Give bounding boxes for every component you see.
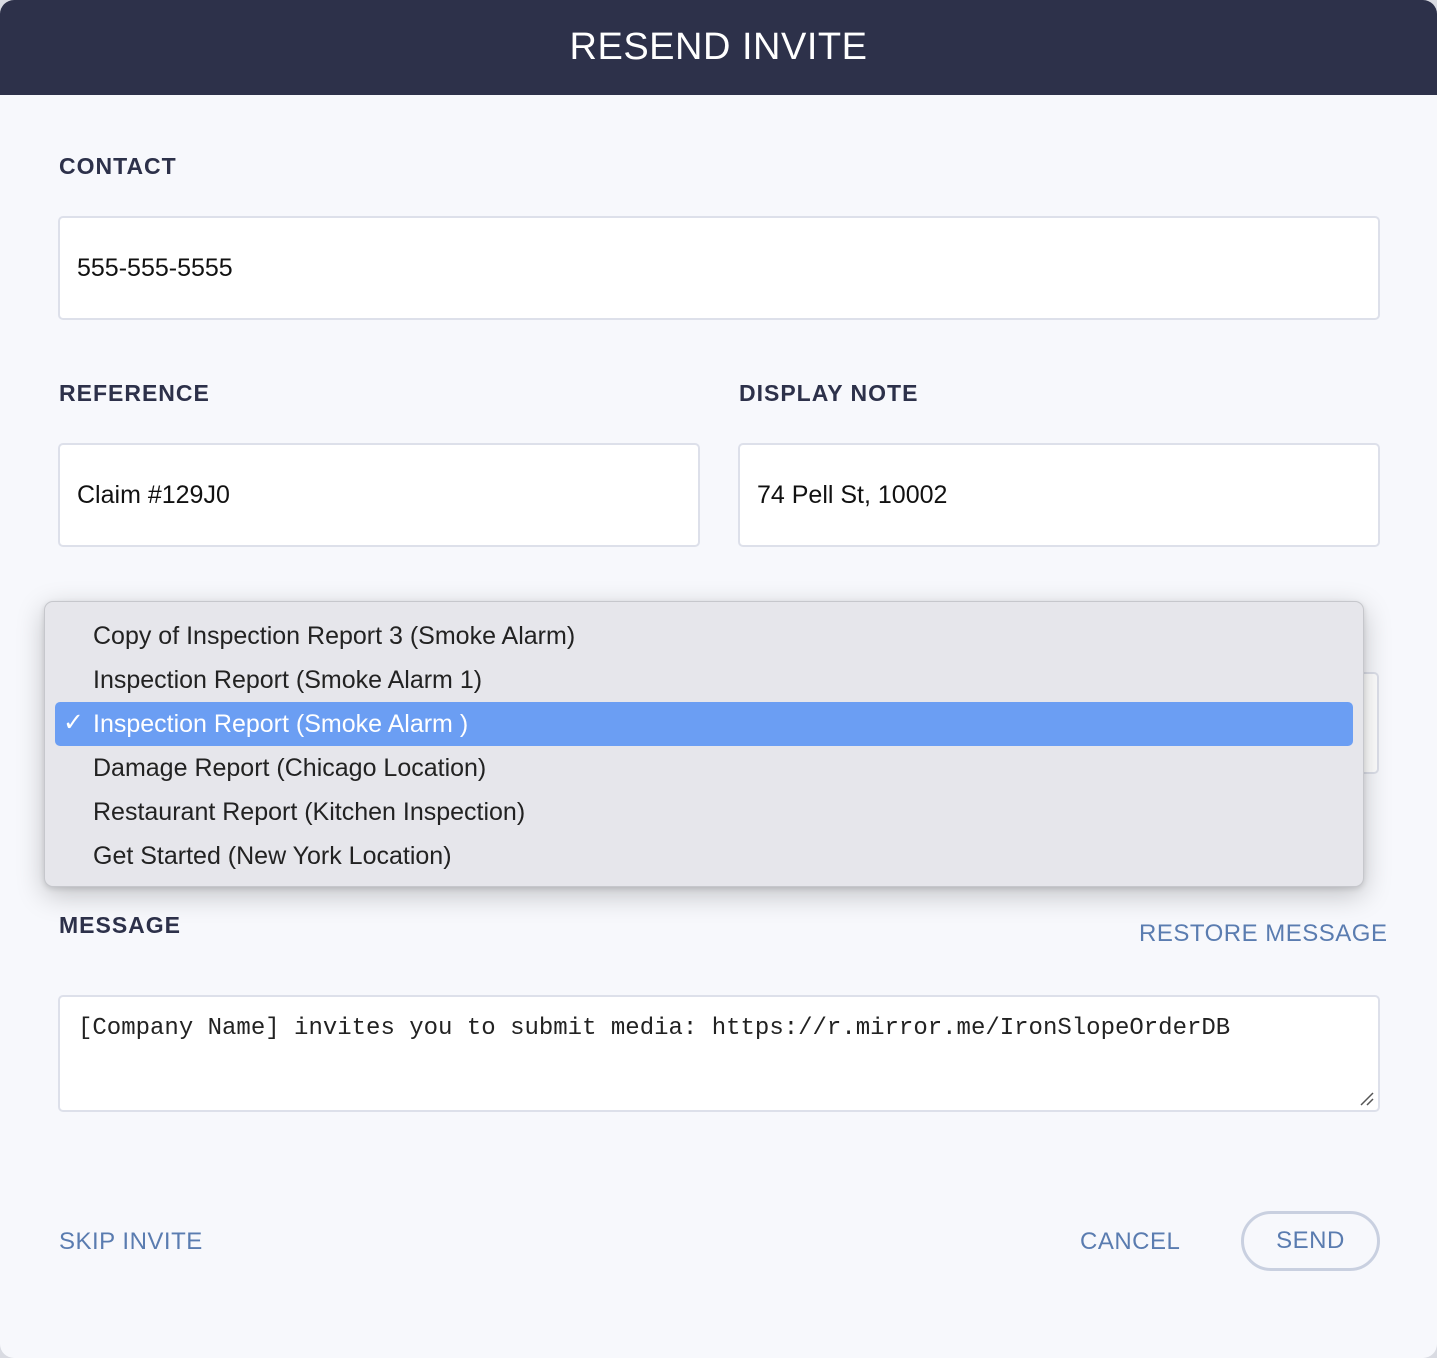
dropdown-option[interactable]: Restaurant Report (Kitchen Inspection) xyxy=(55,790,1353,834)
message-label: MESSAGE xyxy=(59,912,182,938)
template-dropdown-menu: Copy of Inspection Report 3 (Smoke Alarm… xyxy=(44,601,1364,887)
cancel-button[interactable]: CANCEL xyxy=(1080,1228,1180,1256)
option-label: Get Started (New York Location) xyxy=(93,841,452,870)
dropdown-option-selected[interactable]: ✓ Inspection Report (Smoke Alarm ) xyxy=(55,702,1353,746)
resend-invite-dialog: RESEND INVITE CONTACT 555-555-5555 REFER… xyxy=(0,0,1437,1358)
contact-label: CONTACT xyxy=(59,153,177,179)
option-label: Copy of Inspection Report 3 (Smoke Alarm… xyxy=(93,621,576,650)
send-button-label: SEND xyxy=(1276,1227,1345,1254)
option-label: Damage Report (Chicago Location) xyxy=(93,753,487,782)
reference-input[interactable]: Claim #129J0 xyxy=(58,443,700,547)
dropdown-option[interactable]: Get Started (New York Location) xyxy=(55,834,1353,878)
reference-value: Claim #129J0 xyxy=(77,480,230,509)
resize-handle-icon[interactable] xyxy=(1358,1090,1374,1106)
send-button[interactable]: SEND xyxy=(1241,1211,1380,1271)
display-note-value: 74 Pell St, 10002 xyxy=(757,480,948,509)
checkmark-icon: ✓ xyxy=(63,708,84,737)
dropdown-option[interactable]: Damage Report (Chicago Location) xyxy=(55,746,1353,790)
option-label: Inspection Report (Smoke Alarm ) xyxy=(93,709,469,738)
dialog-title: RESEND INVITE xyxy=(0,0,1437,95)
display-note-label: DISPLAY NOTE xyxy=(739,380,919,406)
contact-value: 555-555-5555 xyxy=(77,253,233,282)
option-label: Inspection Report (Smoke Alarm 1) xyxy=(93,665,483,694)
message-textarea[interactable]: [Company Name] invites you to submit med… xyxy=(58,995,1380,1112)
message-text: [Company Name] invites you to submit med… xyxy=(78,1015,1231,1042)
reference-label: REFERENCE xyxy=(59,380,210,406)
skip-invite-button[interactable]: SKIP INVITE xyxy=(59,1228,203,1256)
restore-message-button[interactable]: RESTORE MESSAGE xyxy=(1139,920,1387,948)
dropdown-option[interactable]: Inspection Report (Smoke Alarm 1) xyxy=(55,658,1353,702)
display-note-input[interactable]: 74 Pell St, 10002 xyxy=(738,443,1380,547)
dropdown-option[interactable]: Copy of Inspection Report 3 (Smoke Alarm… xyxy=(55,614,1353,658)
contact-input[interactable]: 555-555-5555 xyxy=(58,216,1380,320)
option-label: Restaurant Report (Kitchen Inspection) xyxy=(93,797,526,826)
